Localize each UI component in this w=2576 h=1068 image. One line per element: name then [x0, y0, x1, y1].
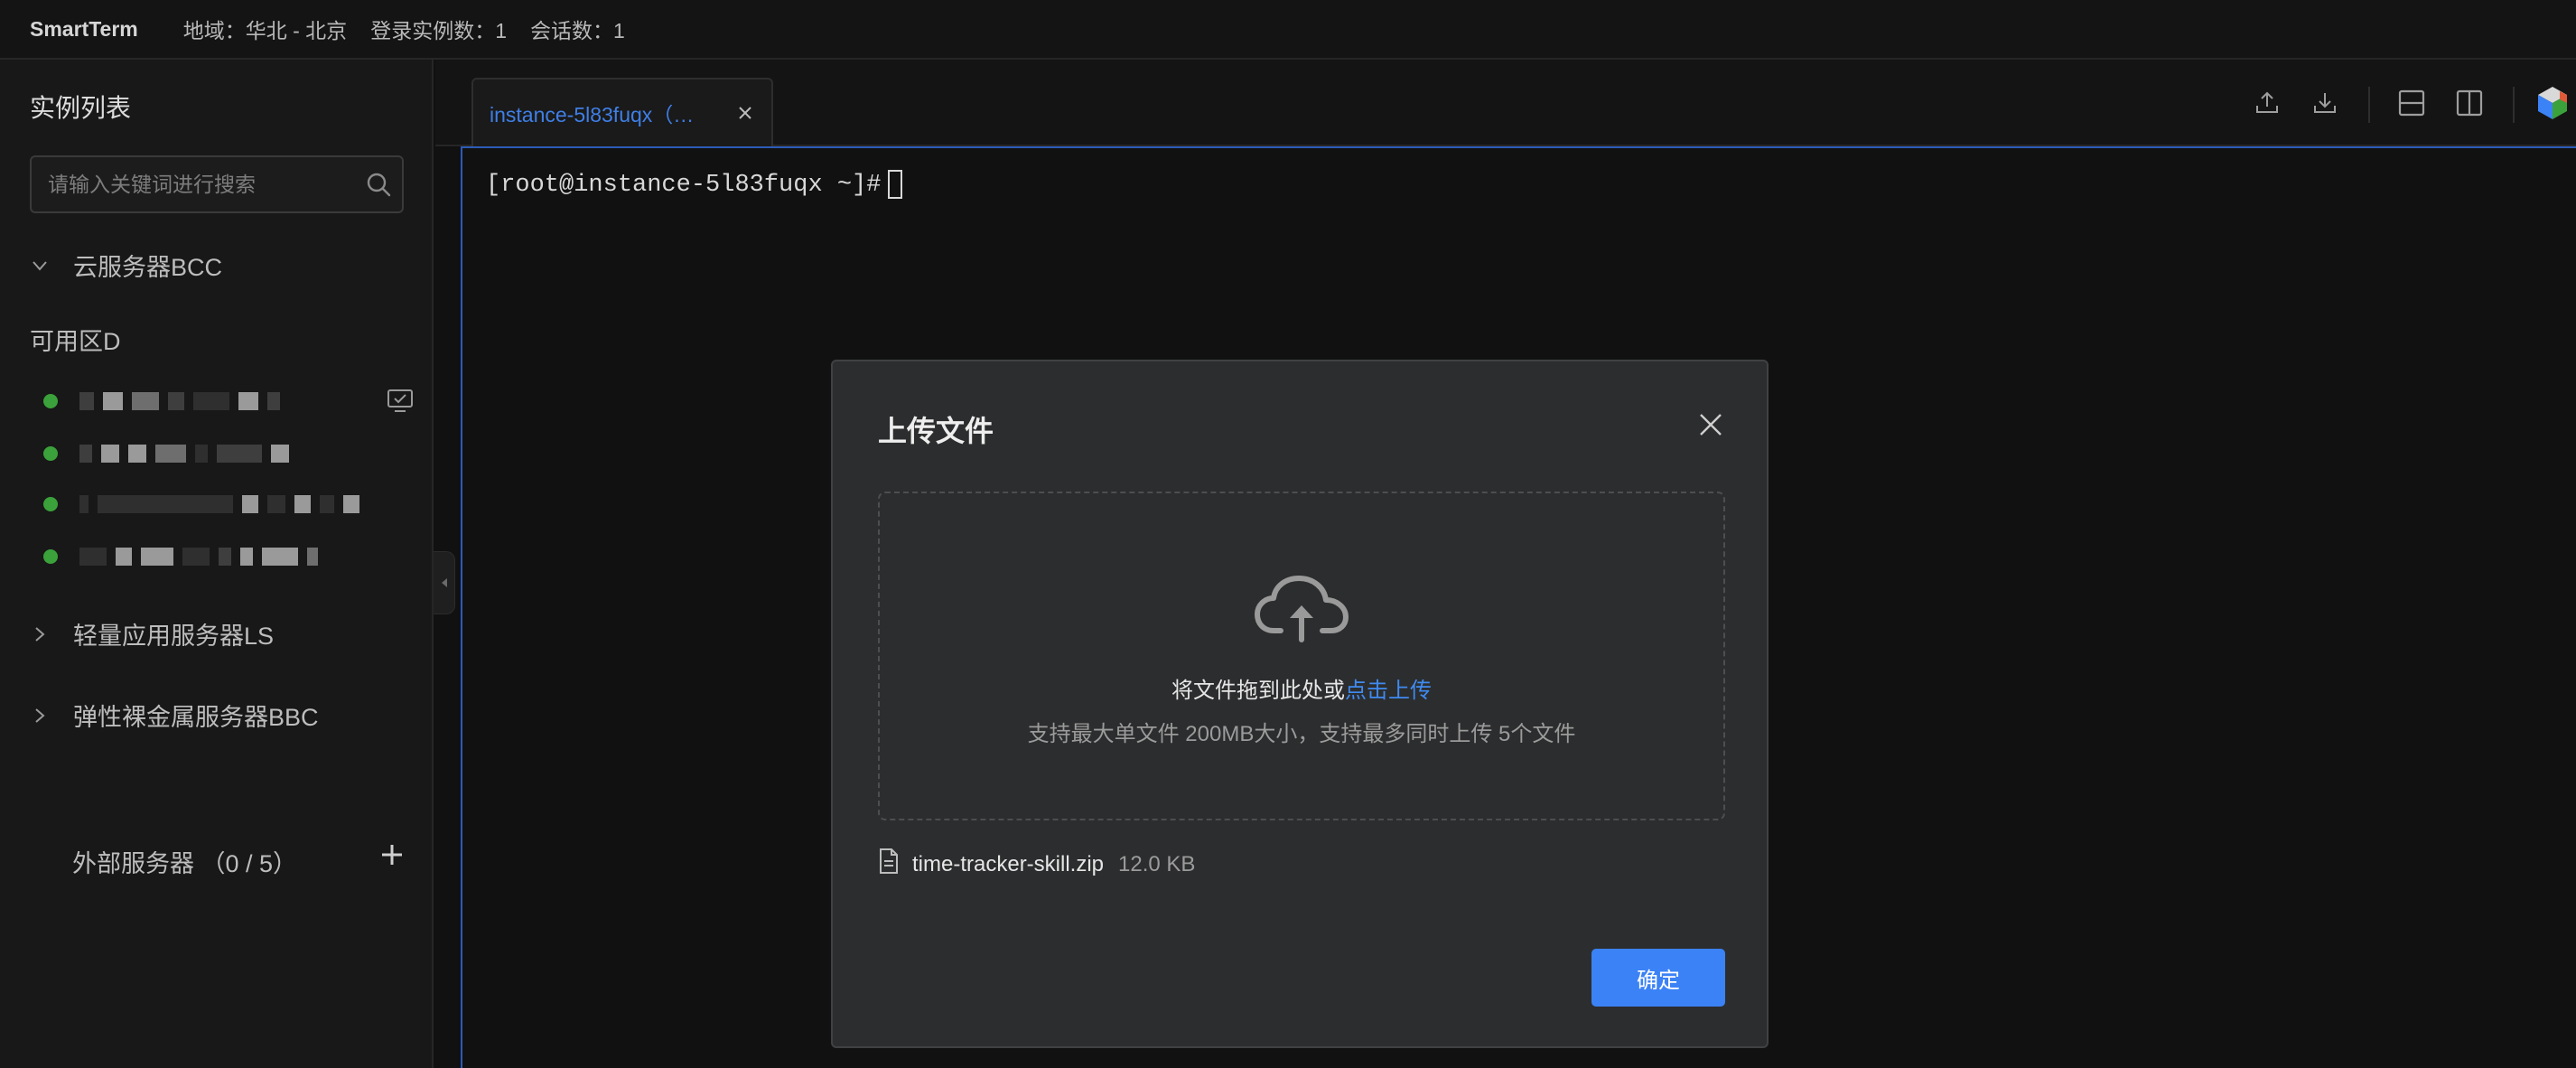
- session-tab[interactable]: instance-5l83fuqx（…: [471, 78, 773, 146]
- cloud-upload-icon: [1254, 575, 1349, 648]
- instance-item[interactable]: [43, 539, 423, 575]
- prompt-text: [root@instance-5l83fuqx ~]#: [486, 172, 882, 200]
- file-icon: [878, 848, 900, 881]
- close-icon[interactable]: [733, 101, 757, 125]
- app-cube-button[interactable]: [2531, 81, 2574, 125]
- group-ls[interactable]: 轻量应用服务器LS: [30, 616, 274, 651]
- sidebar-title: 实例列表: [30, 94, 132, 122]
- file-dropzone[interactable]: 将文件拖到此处或点击上传 支持最大单文件 200MB大小，支持最多同时上传 5个…: [878, 492, 1725, 820]
- login-instances-count: 登录实例数：1: [370, 19, 507, 42]
- split-vertical-button[interactable]: [2448, 81, 2491, 125]
- instance-item[interactable]: [43, 436, 423, 472]
- upload-button[interactable]: [2245, 81, 2289, 125]
- search-icon[interactable]: [355, 161, 402, 208]
- app-name: SmartTerm: [30, 16, 138, 41]
- status-running-dot: [43, 497, 58, 511]
- add-external-server-button[interactable]: [376, 838, 408, 871]
- status-running-dot: [43, 446, 58, 461]
- toolbar-divider: [2513, 87, 2515, 123]
- split-horizontal-button[interactable]: [2390, 81, 2433, 125]
- file-name: time-tracker-skill.zip: [912, 851, 1105, 876]
- file-size: 12.0 KB: [1118, 851, 1196, 876]
- chevron-right-icon: [30, 706, 50, 726]
- status-running-dot: [43, 549, 58, 564]
- status-running-dot: [43, 394, 58, 408]
- instance-name-redacted: [79, 495, 359, 513]
- cube-logo-icon: [2538, 87, 2567, 119]
- download-button[interactable]: [2303, 81, 2347, 125]
- chevron-right-icon: [30, 624, 50, 644]
- upload-icon: [2256, 91, 2278, 113]
- click-upload-link[interactable]: 点击上传: [1345, 679, 1432, 703]
- upload-limit-hint: 支持最大单文件 200MB大小，支持最多同时上传 5个文件: [1027, 722, 1576, 746]
- sidebar-collapse-handle[interactable]: [434, 551, 455, 614]
- zone-label: 可用区D: [30, 328, 121, 355]
- modal-close-button[interactable]: [1694, 408, 1727, 441]
- search-input[interactable]: [48, 172, 355, 197]
- instance-name-redacted: [79, 392, 280, 410]
- instance-name-redacted: [79, 548, 318, 566]
- terminal-cursor: [888, 170, 903, 199]
- toolbar-divider: [2368, 87, 2370, 123]
- confirm-button[interactable]: 确定: [1591, 949, 1725, 1007]
- group-bcc[interactable]: 云服务器BCC: [30, 248, 222, 283]
- tab-label: instance-5l83fuqx（…: [490, 103, 695, 126]
- uploaded-file-item: time-tracker-skill.zip 12.0 KB: [878, 848, 1195, 881]
- split-vertical-icon: [2456, 89, 2483, 117]
- tab-bar: instance-5l83fuqx（…: [435, 60, 2576, 146]
- chevron-down-icon: [30, 256, 50, 276]
- drop-instruction: 将文件拖到此处或点击上传: [880, 672, 1723, 704]
- drop-text: 将文件拖到此处或: [1171, 679, 1345, 703]
- group-label: 轻量应用服务器LS: [73, 623, 275, 650]
- sessions-count: 会话数：1: [529, 19, 625, 42]
- instance-item[interactable]: [43, 383, 423, 419]
- modal-title: 上传文件: [878, 415, 994, 447]
- top-bar: SmartTerm 地域：华北 - 北京 登录实例数：1 会话数：1: [0, 0, 2576, 60]
- external-servers-label: 外部服务器 （0 / 5）: [72, 850, 298, 877]
- instance-name-redacted: [79, 445, 289, 463]
- sidebar: 实例列表 云服务器BCC 可用区D: [0, 60, 434, 1068]
- terminal-prompt: [root@instance-5l83fuqx ~]#: [486, 170, 903, 200]
- group-label: 弹性裸金属服务器BBC: [73, 704, 319, 731]
- caret-left-icon: [441, 578, 447, 587]
- close-icon: [1700, 414, 1722, 436]
- monitor-check-icon[interactable]: [387, 389, 414, 418]
- region-label: 地域：华北 - 北京: [182, 19, 348, 42]
- group-bbc[interactable]: 弹性裸金属服务器BBC: [30, 698, 319, 733]
- group-label: 云服务器BCC: [73, 254, 223, 281]
- search-box: [30, 155, 404, 213]
- split-horizontal-icon: [2398, 89, 2425, 117]
- instance-item[interactable]: [43, 486, 423, 522]
- plus-icon: [382, 845, 402, 865]
- download-icon: [2314, 93, 2336, 113]
- upload-modal: 上传文件 将文件拖到此处或点击上传 支持最大单文件 200MB大小，支持最多同时…: [831, 360, 1769, 1048]
